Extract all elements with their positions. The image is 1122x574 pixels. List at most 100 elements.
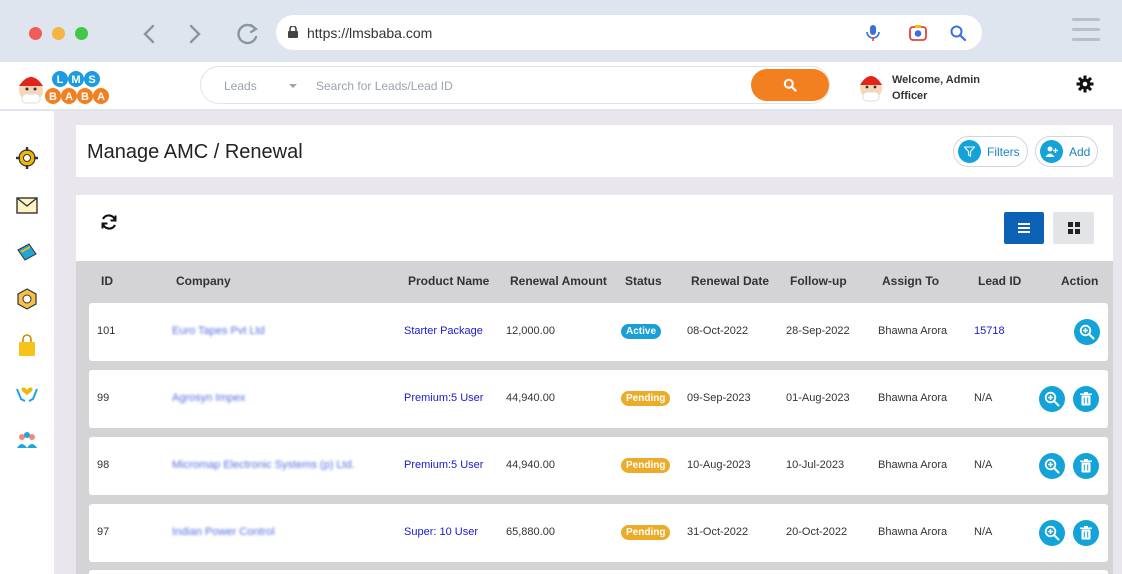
table-header: ID Company Product Name Renewal Amount S… [76, 261, 1113, 301]
table-row[interactable]: 98 Micromap Electronic Systems (p) Ltd. … [89, 437, 1108, 495]
microphone-icon[interactable] [864, 24, 882, 42]
refresh-icon[interactable] [100, 213, 118, 231]
svg-text:B: B [81, 91, 89, 103]
cell-id: 97 [97, 526, 110, 538]
renewal-panel: ID Company Product Name Renewal Amount S… [76, 195, 1113, 574]
package-icon[interactable] [15, 287, 39, 311]
chevron-down-icon[interactable] [289, 84, 297, 88]
filters-button[interactable]: Filters [953, 136, 1028, 167]
cell-product[interactable]: Premium:5 User [404, 459, 483, 471]
status-badge: Active [621, 324, 662, 339]
reload-icon[interactable] [234, 20, 262, 48]
list-icon [1018, 223, 1030, 233]
ticket-icon[interactable] [15, 240, 39, 264]
view-button[interactable] [1039, 520, 1065, 546]
column-header-assign-to[interactable]: Assign To [882, 274, 939, 288]
view-button[interactable] [1074, 319, 1100, 345]
page-header: Manage AMC / Renewal Filters Add [76, 125, 1113, 177]
view-button[interactable] [1039, 386, 1065, 412]
filter-icon [964, 146, 975, 157]
add-button[interactable]: Add [1035, 136, 1098, 167]
cell-company[interactable]: Euro Tapes Pvt Ltd [172, 325, 265, 337]
url-text: https://lmsbaba.com [307, 25, 433, 41]
team-icon[interactable] [15, 428, 39, 452]
table-row[interactable]: 97 Indian Power Control Super: 10 User 6… [89, 504, 1108, 562]
browser-chrome: https://lmsbaba.com [0, 0, 1122, 62]
cell-amount: 12,000.00 [506, 325, 555, 337]
mail-icon[interactable] [15, 193, 39, 217]
search-input[interactable]: Search for Leads/Lead ID [316, 79, 453, 93]
column-header-company[interactable]: Company [176, 274, 231, 288]
window-close-dot[interactable] [29, 27, 42, 40]
lms-baba-logo[interactable]: L M S B A B A [16, 66, 126, 108]
browser-menu-icon[interactable] [1072, 18, 1100, 42]
column-header-renewal-date[interactable]: Renewal Date [691, 274, 769, 288]
renewal-table: ID Company Product Name Renewal Amount S… [76, 261, 1113, 574]
lead-search-bar: Leads Search for Leads/Lead ID [200, 66, 830, 104]
address-bar[interactable]: https://lmsbaba.com [276, 15, 982, 50]
cell-product[interactable]: Premium:5 User [404, 392, 483, 404]
search-icon[interactable] [949, 24, 967, 42]
back-icon[interactable] [136, 20, 164, 48]
camera-search-icon[interactable] [909, 24, 927, 42]
column-header-status[interactable]: Status [625, 274, 662, 288]
cell-renewal-date: 10-Aug-2023 [687, 459, 751, 471]
add-user-icon [1045, 146, 1058, 157]
app-header: L M S B A B A Leads Search for Leads/Lea… [0, 62, 1122, 110]
column-header-id[interactable]: ID [101, 274, 113, 288]
window-maximize-dot[interactable] [75, 27, 88, 40]
column-header-lead-id[interactable]: Lead ID [978, 274, 1021, 288]
window-minimize-dot[interactable] [52, 27, 65, 40]
settings-icon[interactable] [15, 146, 39, 170]
cell-company[interactable]: Agrosyn Impex [172, 392, 245, 404]
table-row[interactable]: 99 Agrosyn Impex Premium:5 User 44,940.0… [89, 370, 1108, 428]
list-view-button[interactable] [1004, 212, 1044, 244]
cell-lead-id: N/A [974, 526, 993, 538]
cell-amount: 44,940.00 [506, 392, 555, 404]
cell-product[interactable]: Starter Package [404, 325, 483, 337]
column-header-action: Action [1061, 274, 1099, 288]
cell-id: 99 [97, 392, 110, 404]
add-label: Add [1069, 145, 1091, 159]
search-button[interactable] [751, 69, 829, 101]
cell-company[interactable]: Indian Power Control [172, 526, 275, 538]
delete-button[interactable] [1073, 453, 1099, 479]
delete-button[interactable] [1073, 386, 1099, 412]
gear-icon[interactable] [1076, 75, 1094, 93]
view-button[interactable] [1039, 453, 1065, 479]
svg-text:A: A [97, 91, 105, 103]
status-badge: Pending [621, 525, 671, 540]
page-title: Manage AMC / Renewal [87, 141, 303, 163]
svg-text:L: L [57, 74, 64, 86]
cell-renewal-date: 31-Oct-2022 [687, 526, 749, 538]
column-header-product[interactable]: Product Name [408, 274, 489, 288]
cell-assign-to: Bhawna Arora [878, 392, 948, 404]
cell-lead-id[interactable]: 15718 [974, 325, 1005, 337]
cell-assign-to: Bhawna Arora [878, 526, 948, 538]
cell-assign-to: Bhawna Arora [878, 325, 948, 337]
search-icon [783, 78, 797, 92]
svg-text:S: S [88, 74, 95, 86]
table-row[interactable]: 101 Euro Tapes Pvt Ltd Starter Package 1… [89, 303, 1108, 361]
zoom-in-icon [1044, 458, 1060, 474]
filters-label: Filters [987, 145, 1020, 159]
trash-icon [1080, 392, 1092, 406]
cell-company[interactable]: Micromap Electronic Systems (p) Ltd. [172, 459, 355, 471]
grid-view-button[interactable] [1053, 212, 1094, 244]
column-header-amount[interactable]: Renewal Amount [510, 274, 607, 288]
search-category-select[interactable]: Leads [224, 79, 257, 93]
status-badge: Pending [621, 391, 671, 406]
shopping-bag-icon[interactable] [15, 334, 39, 358]
avatar[interactable] [856, 67, 886, 103]
sidebar [0, 111, 54, 574]
delete-button[interactable] [1073, 520, 1099, 546]
forward-icon[interactable] [180, 20, 208, 48]
column-header-followup[interactable]: Follow-up [790, 274, 847, 288]
cell-amount: 65,880.00 [506, 526, 555, 538]
cell-lead-id: N/A [974, 459, 993, 471]
care-icon[interactable] [15, 381, 39, 405]
cell-followup: 28-Sep-2022 [786, 325, 850, 337]
svg-text:M: M [71, 74, 80, 86]
trash-icon [1080, 459, 1092, 473]
cell-product[interactable]: Super: 10 User [404, 526, 478, 538]
